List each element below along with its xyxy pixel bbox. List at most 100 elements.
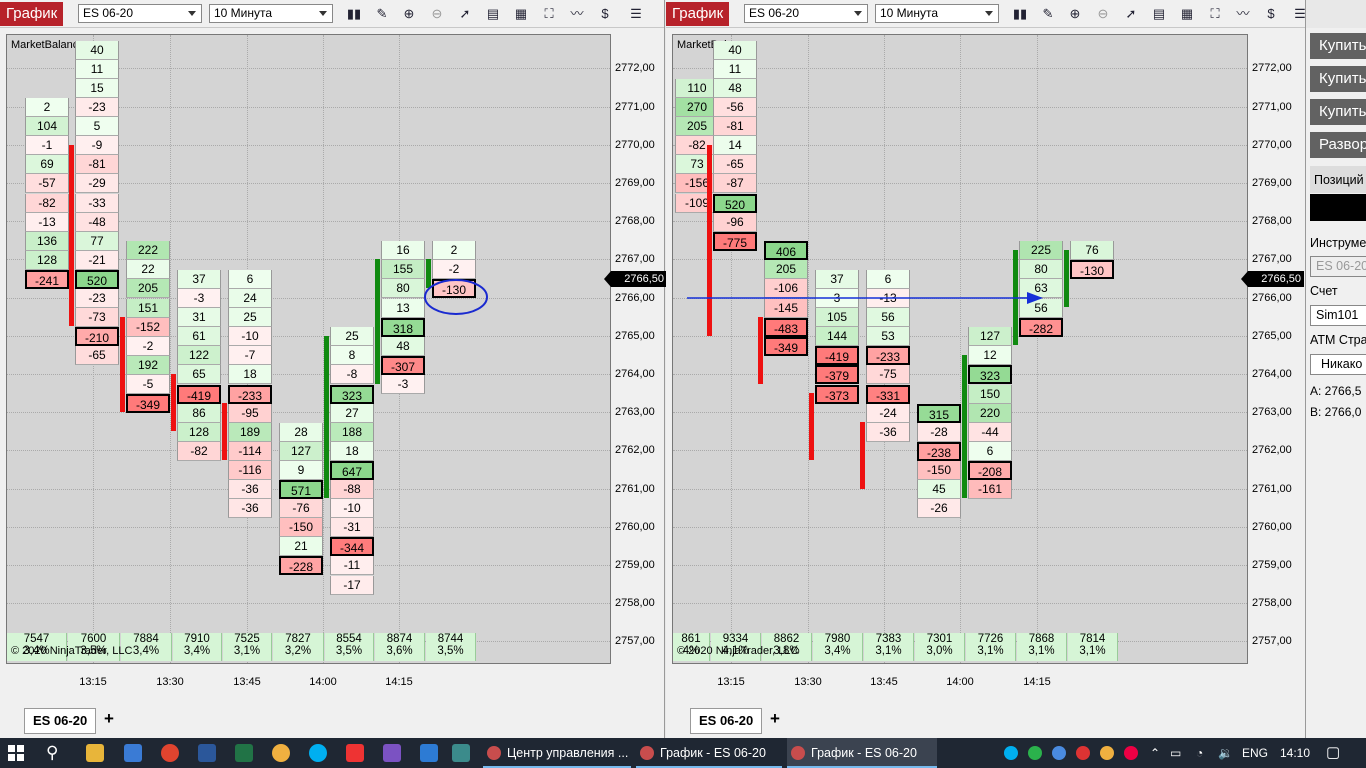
add-tab-button[interactable]: + [770, 709, 780, 729]
paint-icon[interactable] [272, 744, 290, 762]
windows-start-icon[interactable] [8, 745, 24, 761]
word-icon[interactable] [198, 744, 216, 762]
footprint-cell: -31 [330, 518, 374, 538]
footprint-cell: 80 [1019, 260, 1063, 280]
reverse-button[interactable]: Развор [1310, 132, 1366, 158]
volume-summary-cell: 7868 3,1% [1017, 633, 1067, 661]
price-tick-label: 2759,00 [615, 559, 655, 571]
footprint-cell: 77 [75, 231, 119, 251]
draw-pencil-icon[interactable]: ✎ [1040, 6, 1056, 22]
position-value-box [1310, 194, 1366, 221]
data-box-icon[interactable]: ▦ [1179, 6, 1195, 22]
clock[interactable]: 14:10 [1280, 738, 1310, 768]
price-tick-label: 2758,00 [1252, 597, 1292, 610]
summary-volume: 7600 [80, 633, 107, 645]
zoom-in-icon[interactable]: ⊕ [1067, 6, 1083, 22]
tab-instrument-right[interactable]: ES 06-20 [690, 708, 763, 734]
taskbar-control-center[interactable]: Центр управления ... [483, 738, 631, 768]
zoom-out-icon[interactable]: ⊖ [1095, 6, 1111, 22]
bearish-bar [120, 316, 125, 413]
interval-select[interactable]: 10 Минута [875, 4, 999, 23]
price-axis-right[interactable]: 2772,00 2771,00 2770,00 2769,00 2768,00 2767,… [1241, 34, 1304, 664]
footprint-cell: -26 [917, 499, 961, 519]
instrument-select[interactable]: ES 06-20 [744, 4, 868, 23]
footprint-cell: -82 [177, 441, 221, 461]
screenshot-icon[interactable]: ⛶ [1207, 6, 1223, 22]
price-axis-left[interactable]: 2772,00 2771,00 2770,00 2769,00 2768,00 2767,… [604, 34, 667, 664]
battery-icon[interactable]: ▭ [1170, 738, 1181, 768]
atm-strategy-select[interactable]: Никако [1310, 354, 1366, 375]
footprint-cell: 406 [764, 241, 808, 261]
add-tab-button[interactable]: + [104, 709, 114, 729]
chart-trader-panel: Купить Купить Купить Развор Позиций Инст… [1306, 28, 1366, 738]
instrument-select[interactable]: ES 06-20 [78, 4, 202, 23]
footprint-cell: -5 [126, 374, 170, 394]
bar-type-icon[interactable]: ▮▮ [346, 6, 362, 22]
store-icon[interactable] [124, 744, 142, 762]
price-plot-left[interactable]: MarketBalance © 2020 NinjaTrader, LLC 21… [6, 34, 611, 664]
mail-icon[interactable] [420, 744, 438, 762]
volume-icon[interactable]: 🔉 [1218, 738, 1233, 768]
pen-app-icon[interactable] [383, 744, 401, 762]
data-box-icon[interactable]: ▦ [513, 6, 529, 22]
price-plot-right[interactable]: MarketBalance © 2020 NinjaTrader, LLC 11… [672, 34, 1248, 664]
volume-summary-cell: 7814 3,1% [1068, 633, 1118, 661]
footprint-cell: -130 [1070, 260, 1114, 280]
screenshot-icon[interactable]: ⛶ [541, 6, 557, 22]
footprint-cell: 69 [25, 155, 69, 175]
tab-instrument-left[interactable]: ES 06-20 [24, 708, 97, 734]
footprint-cell: -161 [968, 480, 1012, 500]
properties-icon[interactable]: ▤ [1151, 6, 1167, 22]
skype-icon[interactable] [309, 744, 327, 762]
account-select[interactable]: Sim101 [1310, 305, 1366, 326]
taskbar-chart-1[interactable]: График - ES 06-20 [636, 738, 782, 768]
buy-button-1[interactable]: Купить [1310, 33, 1366, 59]
bar-type-icon[interactable]: ▮▮ [1012, 6, 1028, 22]
language-indicator[interactable]: ENG [1242, 738, 1268, 768]
skype-tray-icon[interactable] [1004, 746, 1018, 760]
properties-icon[interactable]: ▤ [485, 6, 501, 22]
instrument-field[interactable]: ES 06-20 [1310, 256, 1366, 277]
pointer-icon[interactable]: ➚ [1123, 6, 1139, 22]
footprint-cell: -210 [75, 327, 119, 347]
footprint-cell: -24 [866, 403, 910, 423]
footprint-cell: -73 [75, 308, 119, 328]
wifi-icon[interactable]: ◔ [1196, 738, 1203, 768]
summary-volume: 7910 [184, 633, 210, 645]
file-explorer-icon[interactable] [86, 744, 104, 762]
footprint-cell: 128 [25, 250, 69, 270]
pointer-icon[interactable]: ➚ [457, 6, 473, 22]
chart-title[interactable]: График [666, 2, 730, 26]
yandex-icon[interactable] [346, 744, 364, 762]
menu-list-icon[interactable]: ☰ [1292, 6, 1308, 22]
footprint-cell: 225 [1019, 241, 1063, 261]
tray-app-icon-5[interactable] [1124, 746, 1138, 760]
tray-app-icon-2[interactable] [1052, 746, 1066, 760]
footprint-cell: -775 [713, 231, 757, 251]
indicators-icon[interactable]: $ [597, 6, 613, 22]
buy-button-2[interactable]: Купить [1310, 66, 1366, 92]
zoom-out-icon[interactable]: ⊖ [429, 6, 445, 22]
taskbar-chart-2[interactable]: График - ES 06-20 [787, 738, 937, 768]
footprint-cell: -11 [330, 556, 374, 576]
menu-list-icon[interactable]: ☰ [628, 6, 644, 22]
tray-app-icon-4[interactable] [1100, 746, 1114, 760]
indicators-icon[interactable]: $ [1263, 6, 1279, 22]
chart-title[interactable]: График [0, 2, 64, 26]
show-hidden-icons[interactable]: ⌃ [1150, 738, 1160, 768]
strategy-icon[interactable]: 〰 [1235, 6, 1251, 22]
interval-select[interactable]: 10 Минута [209, 4, 333, 23]
buy-button-3[interactable]: Купить [1310, 99, 1366, 125]
notifications-icon[interactable]: ▢ [1326, 738, 1340, 768]
draw-pencil-icon[interactable]: ✎ [374, 6, 390, 22]
network-app-icon[interactable] [452, 744, 470, 762]
tray-app-icon[interactable] [1028, 746, 1042, 760]
excel-icon[interactable] [235, 744, 253, 762]
zoom-in-icon[interactable]: ⊕ [401, 6, 417, 22]
chrome-icon[interactable] [161, 744, 179, 762]
footprint-cell: -3 [177, 289, 221, 309]
strategy-icon[interactable]: 〰 [569, 6, 585, 22]
footprint-cell: 151 [126, 298, 170, 318]
tray-app-icon-3[interactable] [1076, 746, 1090, 760]
search-icon[interactable]: ⚲ [46, 743, 58, 763]
